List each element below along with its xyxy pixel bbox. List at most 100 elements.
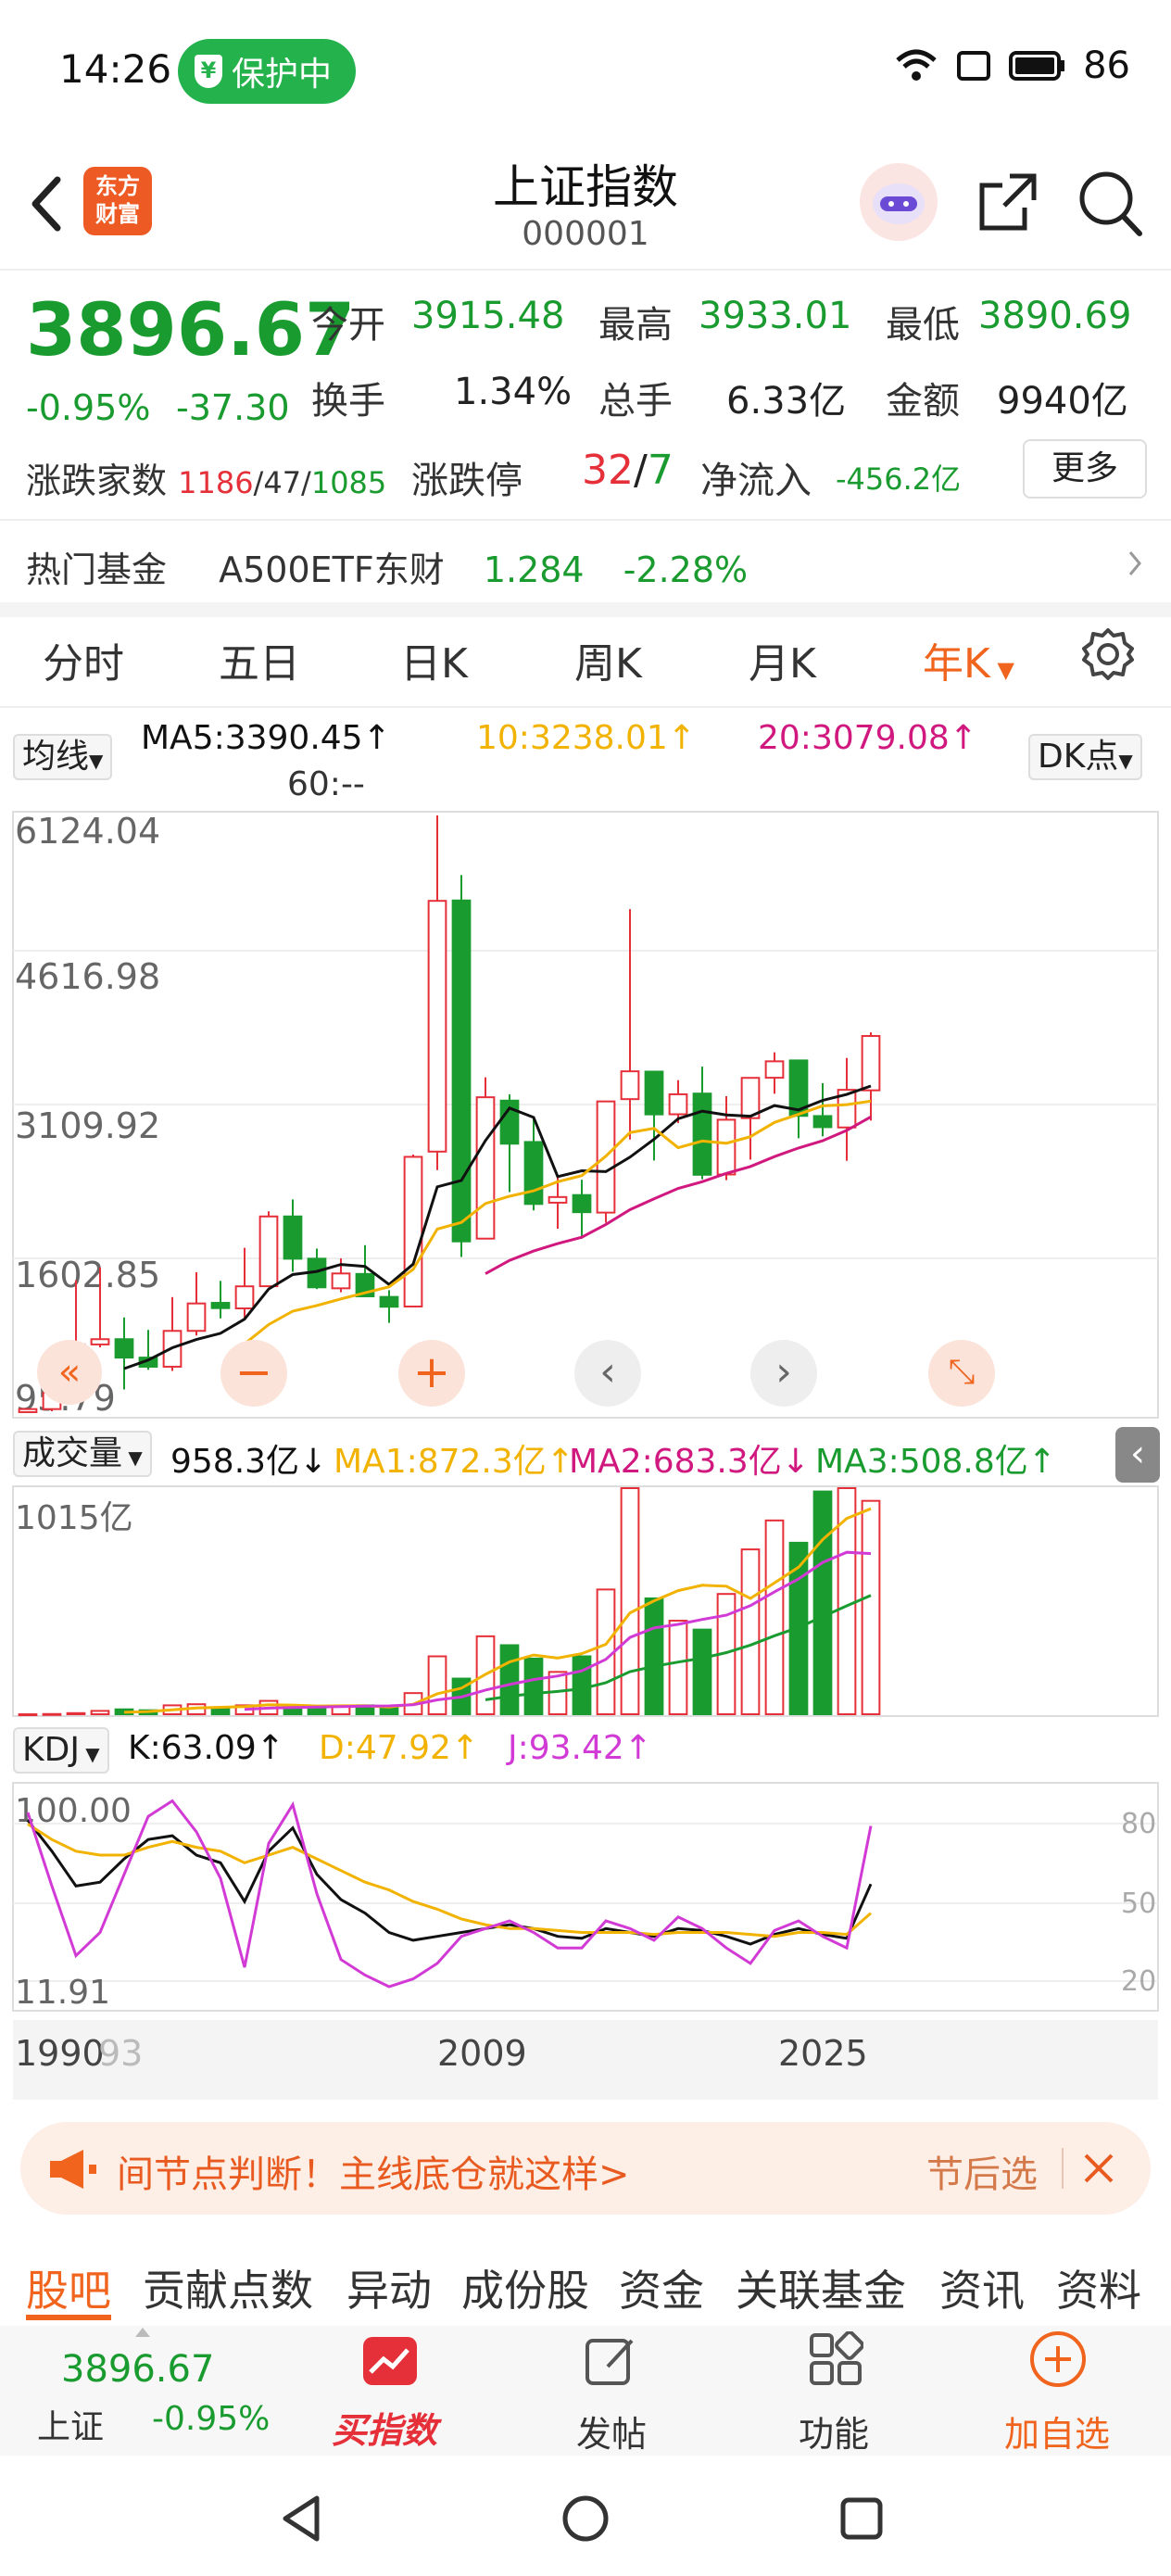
banner-text[interactable]: 间节点判断！主线底仓就这样> <box>117 2144 630 2198</box>
add-watchlist-label[interactable]: 加自选 <box>1004 2406 1110 2456</box>
volume-selector-label: 成交量 <box>22 1434 123 1472</box>
y-tick-label: 4616.98 <box>15 956 160 997</box>
candle-body <box>283 1215 303 1260</box>
volume-selector[interactable]: 成交量 ▼ <box>13 1431 152 1477</box>
xaxis-label-1990: 1990 <box>15 2033 105 2074</box>
xaxis-label-2009: 2009 <box>437 2033 527 2074</box>
volume-bar <box>90 1710 110 1715</box>
function-label[interactable]: 功能 <box>799 2406 869 2456</box>
tab-movement[interactable]: 异动 <box>346 2257 432 2318</box>
add-watchlist-icon[interactable] <box>1028 2330 1088 2389</box>
more-button[interactable]: 更多 <box>1023 439 1147 499</box>
bottom-price: 3896.67 <box>61 2348 215 2391</box>
tab-underline <box>26 2315 111 2320</box>
hot-fund-row[interactable]: 热门基金 A500ETF东财 1.284 -2.28% <box>26 541 1145 592</box>
screen-icon <box>957 51 991 81</box>
change-pct: -0.95% <box>26 387 151 428</box>
volume-bar <box>692 1628 712 1716</box>
candle-body <box>234 1285 255 1310</box>
rewind-icon[interactable]: « <box>37 1340 102 1405</box>
bottom-pct: -0.95% <box>152 2400 271 2438</box>
fullscreen-icon[interactable]: ⤡ <box>928 1340 995 1407</box>
nav-back-icon[interactable] <box>278 2493 324 2544</box>
banner-side[interactable]: 节后选 <box>926 2144 1038 2198</box>
tab-profile[interactable]: 资料 <box>1056 2257 1141 2318</box>
caret-down-icon: ▼ <box>122 1446 143 1469</box>
tab-funds-flow[interactable]: 资金 <box>619 2257 704 2318</box>
y-tick-label: 6124.04 <box>15 811 160 852</box>
nav-recents-icon[interactable] <box>837 2494 886 2543</box>
next-icon[interactable]: › <box>750 1340 817 1407</box>
hot-fund-pct: -2.28% <box>623 549 749 590</box>
high-label: 最高 <box>598 304 673 347</box>
kdj-selector[interactable]: KDJ ▼ <box>13 1727 109 1774</box>
limit-down: 7 <box>647 447 674 494</box>
post-icon[interactable] <box>584 2333 639 2389</box>
buy-index-label[interactable]: 买指数 <box>332 2402 437 2453</box>
protect-badge[interactable]: ¥ 保护中 <box>178 39 356 104</box>
kdj-j: J:93.42↑ <box>508 1729 652 1767</box>
volume-bar <box>861 1499 881 1715</box>
amount-value: 9940亿 <box>997 380 1128 423</box>
dk-label: DK点 <box>1038 738 1119 776</box>
candle-body <box>668 1092 688 1116</box>
kdj-chart: 100.00 11.91 80 50 20 <box>12 1782 1159 2012</box>
buy-index-icon[interactable] <box>361 2335 419 2387</box>
tab-daily-k[interactable]: 日K <box>400 630 468 689</box>
amount-label: 金额 <box>886 380 960 423</box>
limit-up: 32 <box>582 447 634 494</box>
volume-bar <box>764 1519 785 1715</box>
search-icon[interactable] <box>1075 165 1145 239</box>
candle-body <box>716 1118 737 1176</box>
tab-contribution[interactable]: 贡献点数 <box>143 2257 313 2318</box>
open-label: 今开 <box>311 304 385 347</box>
settings-gear-icon[interactable] <box>1080 626 1136 682</box>
candle-body <box>572 1193 592 1214</box>
tab-weekly-k[interactable]: 周K <box>574 630 642 689</box>
inflow-value: -456.2亿 <box>836 461 962 497</box>
candle-body <box>861 1035 881 1092</box>
tab-guba[interactable]: 股吧 <box>26 2257 111 2318</box>
tab-yearly-k[interactable]: 年K ▼ <box>923 630 1014 689</box>
candle-body <box>548 1195 568 1204</box>
grid-function-icon[interactable] <box>808 2331 863 2387</box>
down-count: 1085 <box>310 465 387 500</box>
tab-related-funds[interactable]: 关联基金 <box>736 2257 906 2318</box>
indicator-selector-label: 均线 <box>22 738 90 776</box>
volume-ymax: 1015亿 <box>15 1499 133 1537</box>
assistant-robot-icon[interactable] <box>860 163 938 241</box>
caret-down-icon: ▼ <box>89 750 104 772</box>
open-value: 3915.48 <box>411 295 565 337</box>
close-icon[interactable] <box>1078 2148 1119 2189</box>
tab-five-day[interactable]: 五日 <box>219 630 300 689</box>
tab-constituents[interactable]: 成份股 <box>461 2257 589 2318</box>
x-axis-bar <box>13 2020 1158 2100</box>
kline-chart[interactable]: 6124.044616.983109.921602.8595.79 <box>0 810 1171 1421</box>
zoom-in-icon[interactable]: + <box>398 1340 465 1407</box>
battery-level: 86 <box>1083 44 1130 87</box>
last-price: 3896.67 <box>26 289 356 373</box>
indicator-selector[interactable]: 均线▼ <box>13 734 113 780</box>
dk-point-selector[interactable]: DK点▼ <box>1028 734 1142 780</box>
volume-bar <box>596 1588 616 1716</box>
volume-bar <box>427 1655 447 1716</box>
tab-intraday[interactable]: 分时 <box>43 630 124 689</box>
nav-home-icon[interactable] <box>560 2493 611 2544</box>
breadth-label: 涨跌家数 <box>26 461 168 501</box>
share-icon[interactable] <box>973 167 1043 237</box>
candle-body <box>258 1215 279 1288</box>
candle-body <box>764 1060 785 1080</box>
tab-news[interactable]: 资讯 <box>939 2257 1025 2318</box>
bottom-name: 上证 <box>37 2408 105 2446</box>
post-label[interactable]: 发帖 <box>576 2406 647 2456</box>
zoom-out-icon[interactable]: − <box>220 1340 287 1407</box>
hot-fund-name: A500ETF东财 <box>219 549 445 590</box>
collapse-panel-icon[interactable]: ‹ <box>1115 1427 1160 1483</box>
section-gap <box>0 602 1171 617</box>
candle-body <box>620 1070 640 1101</box>
header-divider <box>0 269 1171 271</box>
prev-icon[interactable]: ‹ <box>574 1340 641 1407</box>
vol-ma1: MA1:872.3亿↑ <box>334 1443 574 1481</box>
tab-monthly-k[interactable]: 月K <box>749 630 816 689</box>
caret-down-icon: ▼ <box>79 1743 100 1765</box>
